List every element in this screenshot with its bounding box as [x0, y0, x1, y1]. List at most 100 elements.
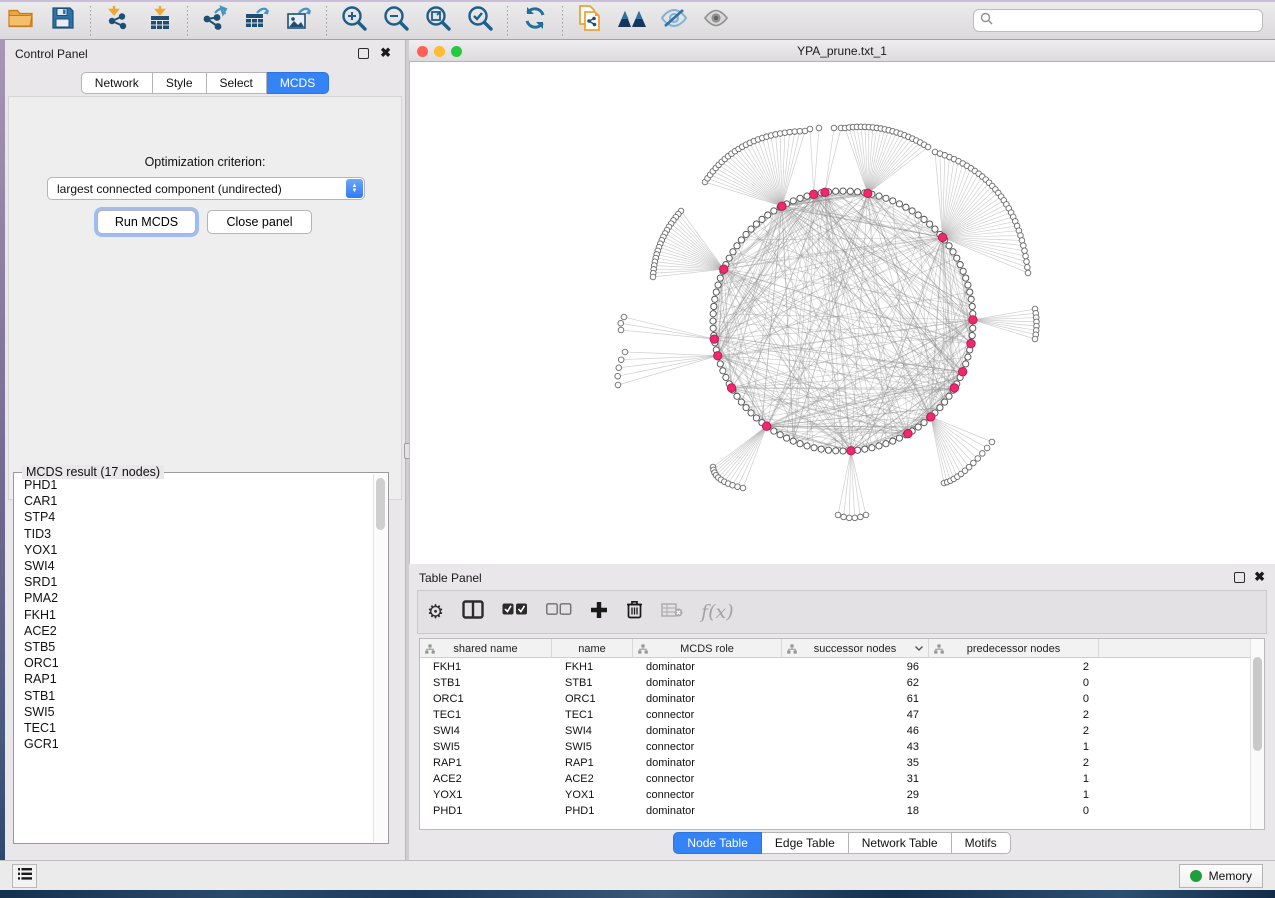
tab-mcds[interactable]: MCDS [267, 72, 329, 94]
table-row[interactable]: TEC1TEC1connector472 [420, 707, 1251, 723]
mcds-node-item[interactable]: STP4 [16, 509, 368, 525]
tab-node-table[interactable]: Node Table [673, 832, 762, 854]
cell-shared-name: STB1 [420, 675, 552, 691]
mcds-node-item[interactable]: TID3 [16, 526, 368, 542]
column-header-shared-name[interactable]: shared name [420, 639, 552, 658]
duplicate-network-button[interactable] [573, 5, 607, 37]
table-row[interactable]: STB1STB1dominator620 [420, 675, 1251, 691]
mcds-node-item[interactable]: FKH1 [16, 607, 368, 623]
mcds-node-item[interactable]: PMA2 [16, 590, 368, 606]
save-session-button[interactable] [46, 5, 80, 37]
float-panel-icon[interactable] [358, 48, 369, 59]
table-settings-button[interactable]: ⚙ [427, 601, 444, 624]
column-label: successor nodes [814, 643, 897, 655]
search-box[interactable] [973, 9, 1263, 32]
scrollbar-thumb[interactable] [376, 478, 385, 530]
mcds-node-item[interactable]: STB1 [16, 688, 368, 704]
import-table-icon [147, 5, 173, 36]
table-scrollbar[interactable] [1250, 639, 1264, 829]
column-header-name[interactable]: name [552, 639, 633, 658]
mcds-node-item[interactable]: RAP1 [16, 671, 368, 687]
mcds-node-item[interactable]: SWI5 [16, 704, 368, 720]
first-neighbors-button[interactable] [615, 5, 649, 37]
search-input[interactable] [997, 14, 1256, 28]
column-label: predecessor nodes [967, 643, 1061, 655]
table-row[interactable]: SWI4SWI4dominator462 [420, 723, 1251, 739]
add-column-button[interactable] [590, 601, 608, 624]
show-all-button[interactable] [699, 5, 733, 37]
export-network-button[interactable] [198, 5, 232, 37]
network-window-titlebar[interactable]: YPA_prune.txt_1 [409, 40, 1275, 62]
task-history-button[interactable] [12, 864, 37, 888]
close-panel-icon[interactable]: ✖ [380, 45, 391, 61]
zoom-selected-button[interactable] [463, 5, 497, 37]
tab-select[interactable]: Select [207, 72, 267, 94]
zoom-fit-button[interactable] [421, 5, 455, 37]
cell-shared-name: ACE2 [420, 771, 552, 787]
mcds-node-item[interactable]: PHD1 [16, 477, 368, 493]
hide-selected-button[interactable] [657, 5, 691, 37]
table-row[interactable]: FKH1FKH1dominator962 [420, 659, 1251, 675]
cell-successor-nodes: 18 [782, 803, 929, 819]
mcds-node-item[interactable]: ACE2 [16, 623, 368, 639]
tab-edge-table[interactable]: Edge Table [762, 832, 849, 854]
cell-shared-name: PHD1 [420, 803, 552, 819]
memory-button[interactable]: Memory [1179, 864, 1263, 888]
cell-successor-nodes: 31 [782, 771, 929, 787]
split-columns-button[interactable] [462, 600, 484, 624]
tab-style[interactable]: Style [153, 72, 207, 94]
cell-successor-nodes: 62 [782, 675, 929, 691]
cell-predecessor-nodes: 2 [929, 707, 1099, 723]
deselect-all-button[interactable] [546, 603, 572, 621]
tab-network-table[interactable]: Network Table [849, 832, 952, 854]
tab-motifs[interactable]: Motifs [952, 832, 1011, 854]
mcds-node-item[interactable]: SRD1 [16, 574, 368, 590]
zoom-out-button[interactable] [379, 5, 413, 37]
mcds-list-scrollbar[interactable] [373, 474, 387, 842]
cell-predecessor-nodes: 2 [929, 755, 1099, 771]
mcds-node-item[interactable]: STB5 [16, 639, 368, 655]
float-table-panel-icon[interactable] [1234, 572, 1245, 583]
column-header-predecessor-nodes[interactable]: predecessor nodes [929, 639, 1099, 658]
tab-network[interactable]: Network [81, 72, 153, 94]
cell-successor-nodes: 43 [782, 739, 929, 755]
open-session-button[interactable] [4, 5, 38, 37]
table-row[interactable]: RAP1RAP1dominator352 [420, 755, 1251, 771]
mcds-node-item[interactable]: GCR1 [16, 736, 368, 752]
cell-MCDS-role: dominator [633, 691, 782, 707]
select-all-button[interactable] [502, 603, 528, 621]
list-icon [18, 867, 32, 885]
import-network-button[interactable] [101, 5, 135, 37]
run-mcds-button[interactable]: Run MCDS [97, 210, 196, 234]
cell-shared-name: SWI5 [420, 739, 552, 755]
mcds-node-item[interactable]: SWI4 [16, 558, 368, 574]
column-header-successor-nodes[interactable]: successor nodes [782, 639, 929, 658]
memory-status-icon [1190, 870, 1202, 882]
delete-column-button[interactable] [626, 600, 643, 624]
export-image-icon [285, 5, 313, 36]
mcds-node-item[interactable]: TEC1 [16, 720, 368, 736]
table-row[interactable]: PHD1PHD1dominator180 [420, 803, 1251, 819]
table-row[interactable]: ORC1ORC1dominator610 [420, 691, 1251, 707]
column-header-MCDS-role[interactable]: MCDS role [633, 639, 782, 658]
table-row[interactable]: ACE2ACE2connector311 [420, 771, 1251, 787]
close-table-panel-icon[interactable]: ✖ [1254, 569, 1265, 585]
cell-MCDS-role: dominator [633, 755, 782, 771]
table-row[interactable]: YOX1YOX1connector291 [420, 787, 1251, 803]
cell-predecessor-nodes: 1 [929, 787, 1099, 803]
refresh-layout-button[interactable] [518, 5, 552, 37]
mcds-node-item[interactable]: YOX1 [16, 542, 368, 558]
export-table-button[interactable] [240, 5, 274, 37]
import-table-button[interactable] [143, 5, 177, 37]
network-canvas[interactable] [409, 62, 1275, 564]
table-row[interactable]: SWI5SWI5connector431 [420, 739, 1251, 755]
optimization-criterion-select[interactable]: largest connected component (undirected)… [47, 177, 365, 200]
mcds-node-item[interactable]: CAR1 [16, 493, 368, 509]
export-image-button[interactable] [282, 5, 316, 37]
scrollbar-thumb[interactable] [1253, 657, 1262, 751]
close-panel-button[interactable]: Close panel [207, 210, 312, 234]
cell-MCDS-role: connector [633, 787, 782, 803]
mcds-node-item[interactable]: ORC1 [16, 655, 368, 671]
zoom-in-button[interactable] [337, 5, 371, 37]
mcds-result-list[interactable]: PHD1CAR1STP4TID3YOX1SWI4SRD1PMA2FKH1ACE2… [16, 477, 368, 837]
